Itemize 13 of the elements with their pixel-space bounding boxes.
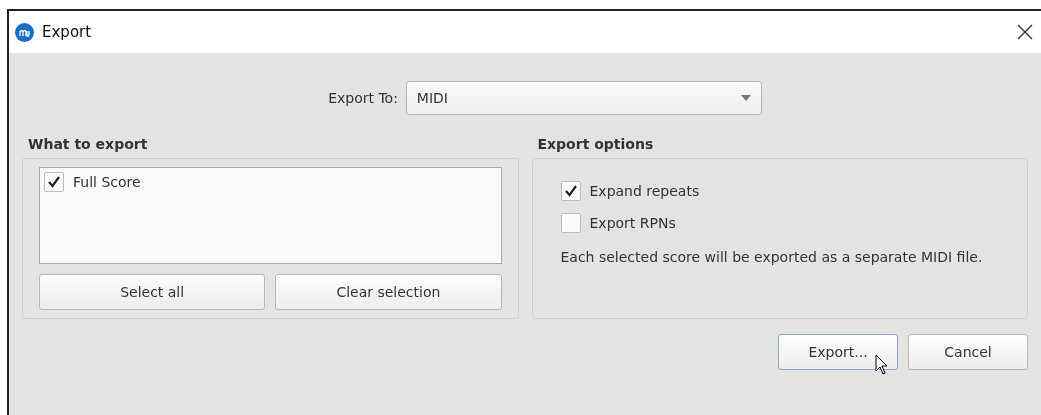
dialog-button[interactable]: Cancel	[908, 334, 1028, 370]
export-to-label: Export To:	[328, 90, 398, 106]
option-label: Expand repeats	[589, 183, 700, 199]
dialog-button[interactable]: Export...	[778, 334, 898, 370]
selection-button[interactable]: Select all	[39, 274, 266, 310]
group-title: Export options	[536, 136, 655, 154]
option-label: Export RPNs	[589, 215, 676, 231]
window-title: Export	[42, 23, 93, 41]
group-title: What to export	[27, 136, 149, 154]
score-name: Full Score	[73, 174, 141, 190]
selection-button[interactable]: Clear selection	[275, 274, 502, 310]
format-dropdown[interactable]: MIDI	[405, 81, 762, 115]
export-note: Each selected score will be exported as a separate MIDI file.	[560, 248, 984, 267]
